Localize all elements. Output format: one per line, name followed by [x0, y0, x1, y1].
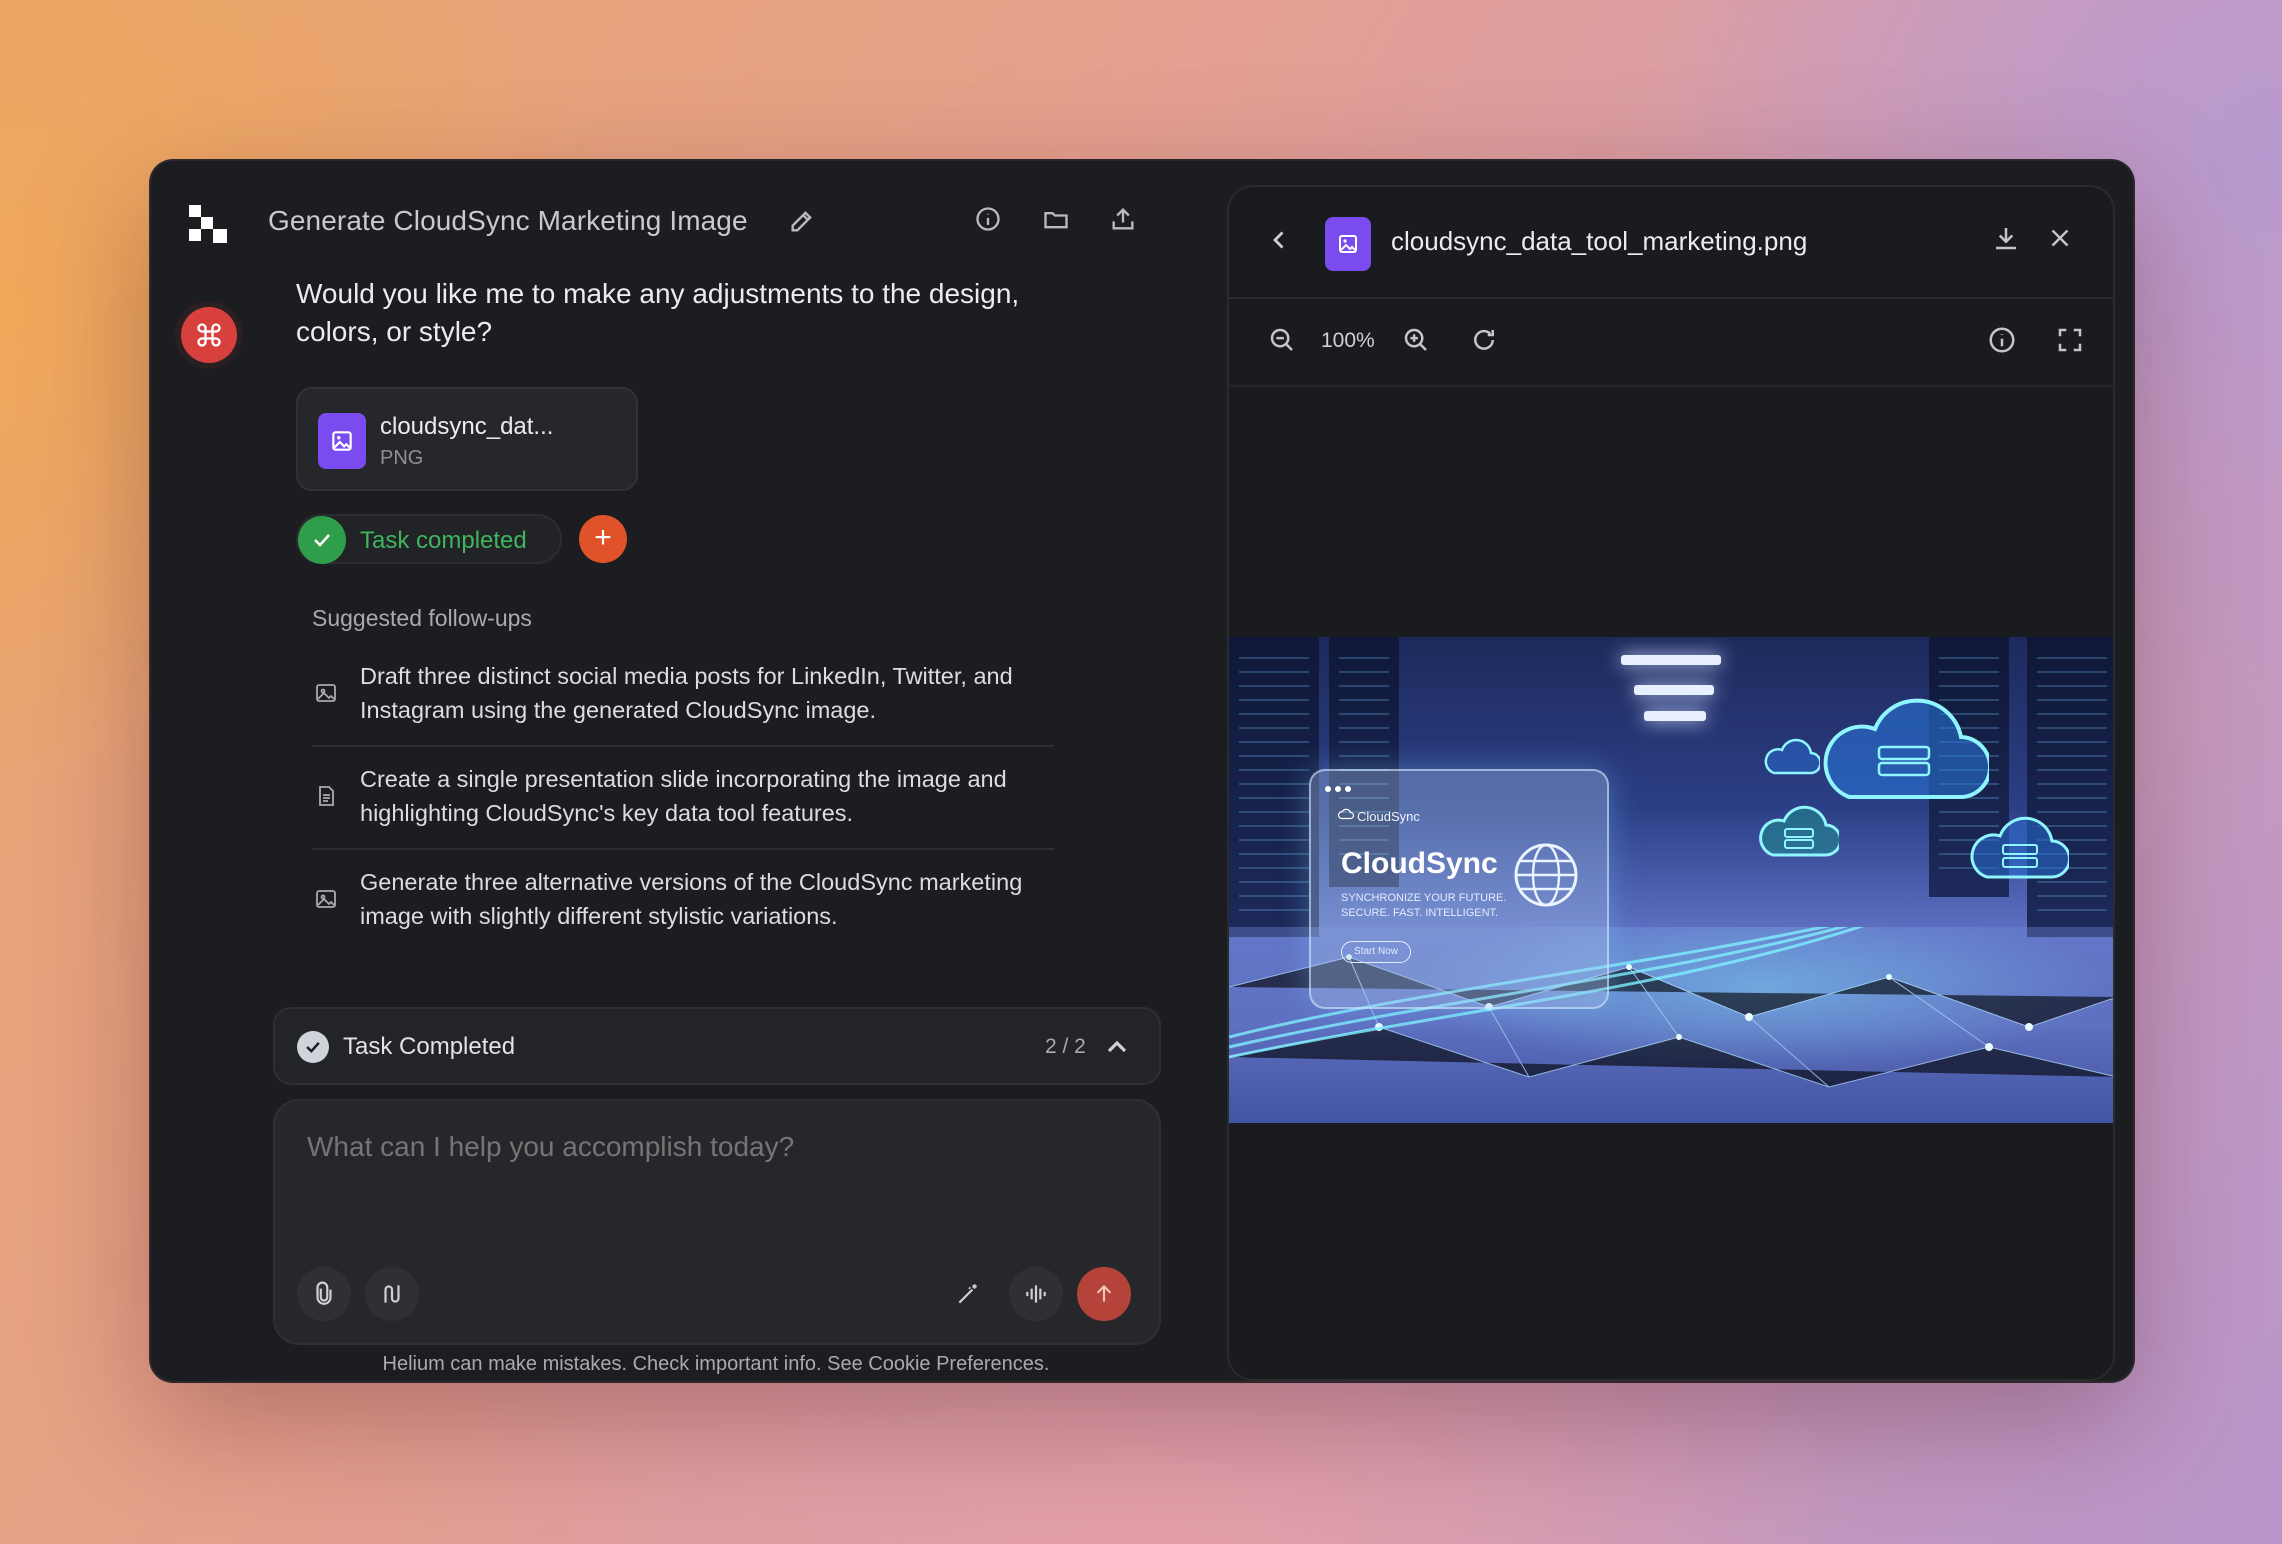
image-file-icon — [318, 413, 366, 469]
back-button[interactable] — [1265, 225, 1295, 255]
cloud-server-icon — [1819, 697, 1992, 812]
conversation-title: Generate CloudSync Marketing Image — [268, 205, 748, 236]
zoom-out-button[interactable] — [1267, 325, 1301, 359]
image-icon — [314, 887, 340, 913]
image-icon — [314, 681, 340, 707]
card-cta: Start Now — [1341, 941, 1411, 963]
connector-icon — [384, 1285, 400, 1303]
image-file-icon — [1325, 217, 1371, 271]
document-icon — [314, 784, 340, 810]
fullscreen-button[interactable] — [2055, 325, 2089, 359]
pencil-icon — [791, 211, 812, 232]
preview-filename: cloudsync_data_tool_marketing.png — [1391, 226, 1808, 256]
paperclip-icon — [316, 1281, 332, 1305]
card-brand: CloudSync — [1341, 847, 1498, 880]
followup-text: Create a single presentation slide incor… — [360, 766, 1007, 826]
server-rack — [1229, 637, 1319, 937]
attachment-card[interactable]: cloudsync_dat... PNG — [296, 387, 638, 491]
command-icon — [197, 323, 221, 347]
attachment-name: cloudsync_dat... — [380, 413, 554, 440]
files-button[interactable] — [1036, 199, 1076, 239]
integrations-button[interactable] — [365, 1267, 419, 1321]
globe-icon — [1511, 833, 1581, 923]
app-window: Generate CloudSync Marketing Image Would… — [151, 161, 2133, 1381]
app-logo[interactable] — [187, 203, 231, 247]
followup-item[interactable]: Draft three distinct social media posts … — [312, 649, 1052, 749]
cloud-server-icon — [1764, 737, 1822, 782]
add-button[interactable]: + — [579, 515, 627, 563]
info-button[interactable] — [968, 199, 1008, 239]
attach-button[interactable] — [297, 1267, 351, 1321]
reset-view-button[interactable] — [1469, 325, 1503, 359]
info-icon — [1989, 327, 2015, 353]
preview-image: CloudSync CloudSync SYNCHRONIZE YOUR FUT… — [1229, 637, 2113, 1123]
file-preview-panel: cloudsync_data_tool_marketing.png 100% C… — [1227, 185, 2115, 1381]
cloud-server-icon — [1969, 807, 2071, 888]
followup-text: Generate three alternative versions of t… — [360, 869, 1023, 929]
task-progress-bar[interactable]: Task Completed 2 / 2 — [273, 1007, 1161, 1085]
edit-title-button[interactable] — [782, 201, 822, 241]
divider — [312, 848, 1054, 850]
cloud-server-icon — [1759, 797, 1842, 866]
check-icon — [297, 1031, 329, 1063]
ceiling-light — [1634, 685, 1714, 695]
prompt-input[interactable] — [307, 1131, 1127, 1163]
cloudsync-card: CloudSync CloudSync SYNCHRONIZE YOUR FUT… — [1309, 769, 1609, 1009]
close-button[interactable] — [2045, 223, 2079, 257]
send-button[interactable] — [1077, 1267, 1131, 1321]
followup-item[interactable]: Create a single presentation slide incor… — [312, 752, 1052, 852]
arrow-up-icon — [1096, 1284, 1112, 1302]
ceiling-light — [1644, 711, 1706, 721]
window-dots — [1323, 781, 1363, 799]
preview-header: cloudsync_data_tool_marketing.png — [1229, 187, 2113, 299]
task-progress-count: 2 / 2 — [1045, 1035, 1086, 1058]
task-status-pill: Task completed — [296, 514, 562, 564]
ceiling-light — [1621, 655, 1721, 665]
chevron-left-icon — [1273, 231, 1284, 249]
zoom-in-icon — [1404, 328, 1427, 351]
card-tagline: SYNCHRONIZE YOUR FUTURE. SECURE. FAST. I… — [1341, 892, 1507, 919]
close-icon — [2051, 229, 2069, 247]
preview-toolbar: 100% — [1229, 299, 2113, 387]
followups-heading: Suggested follow-ups — [312, 605, 532, 631]
task-progress-label: Task Completed — [343, 1033, 516, 1060]
fullscreen-icon — [2058, 328, 2082, 352]
zoom-out-icon — [1270, 328, 1293, 351]
disclaimer-text: Helium can make mistakes. Check importan… — [382, 1353, 1050, 1375]
file-info-button[interactable] — [1987, 325, 2021, 359]
composer — [273, 1099, 1161, 1345]
magic-wand-icon — [958, 1284, 977, 1304]
share-button[interactable] — [1103, 199, 1143, 239]
plus-icon: + — [594, 521, 612, 554]
followup-item[interactable]: Generate three alternative versions of t… — [312, 855, 1052, 955]
download-button[interactable] — [1991, 223, 2025, 257]
zoom-in-button[interactable] — [1401, 325, 1435, 359]
waveform-icon — [1026, 1285, 1046, 1303]
attachment-type: PNG — [380, 447, 424, 469]
upload-icon — [1112, 208, 1134, 230]
zoom-level: 100% — [1321, 329, 1375, 352]
download-icon — [1996, 228, 2016, 250]
server-rack — [2027, 637, 2113, 937]
refresh-icon — [1474, 329, 1494, 350]
task-status-label: Task completed — [360, 527, 527, 554]
divider — [312, 745, 1054, 747]
folder-icon — [1044, 212, 1068, 229]
voice-button[interactable] — [1009, 1267, 1063, 1321]
assistant-avatar — [181, 307, 237, 363]
card-brand-small: CloudSync — [1357, 809, 1420, 824]
chevron-up-icon[interactable] — [1101, 1031, 1133, 1063]
check-icon — [298, 516, 346, 564]
info-icon — [976, 207, 1000, 231]
enhance-prompt-button[interactable] — [941, 1267, 995, 1321]
assistant-message: Would you like me to make any adjustment… — [296, 278, 1020, 347]
followup-text: Draft three distinct social media posts … — [360, 663, 1013, 723]
chat-panel: Generate CloudSync Marketing Image Would… — [151, 161, 1219, 1381]
cloud-icon — [1337, 807, 1355, 826]
